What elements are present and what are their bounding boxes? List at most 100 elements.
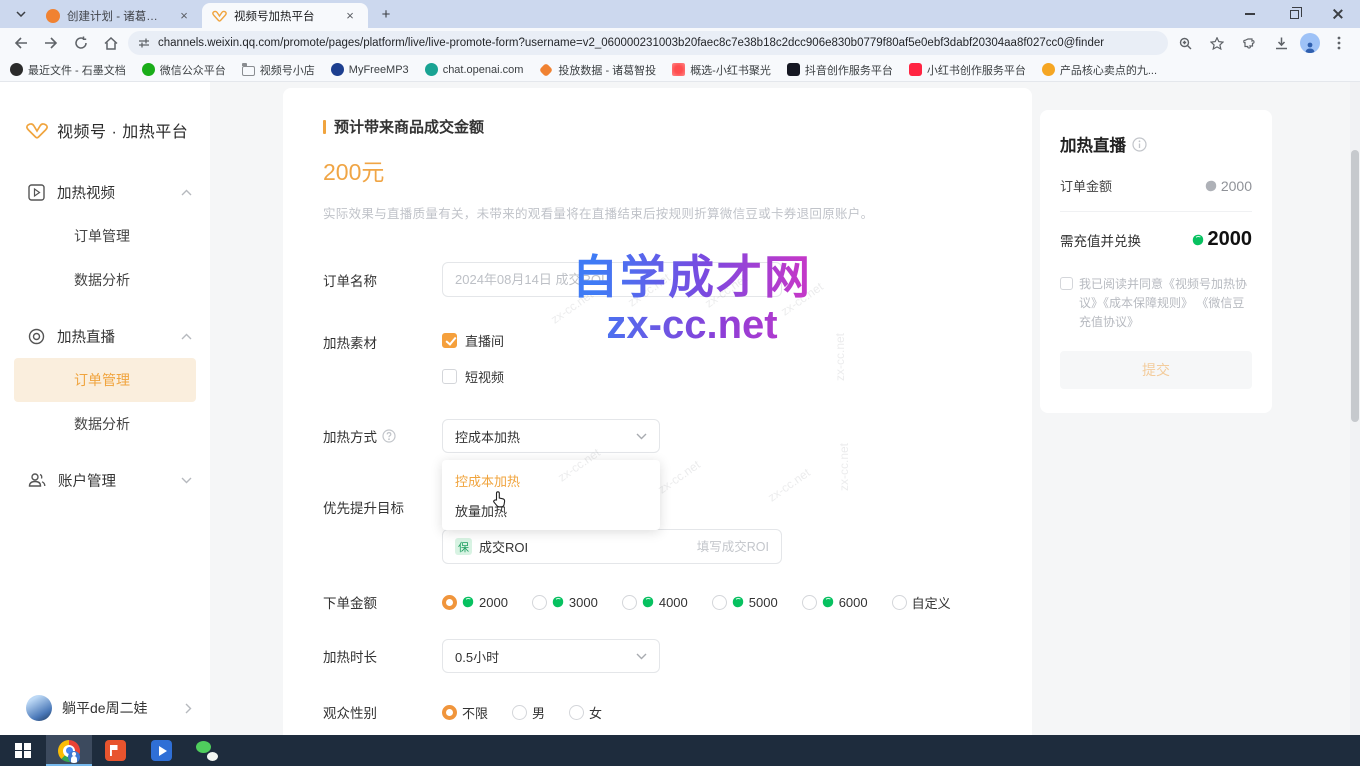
radio-selected-icon[interactable]	[442, 595, 457, 610]
amount-option-3000[interactable]: 3000	[532, 595, 598, 610]
bookmark-folder[interactable]: 视频号小店	[242, 62, 315, 78]
sidebar-item-video-analytics[interactable]: 数据分析	[14, 258, 196, 302]
bookmark-item[interactable]: 概选-小红书聚光	[672, 62, 771, 78]
wechat-app-icon	[196, 741, 218, 761]
info-icon[interactable]	[1132, 137, 1147, 152]
material-option-live[interactable]: 直播间	[442, 329, 992, 351]
taskbar-chrome[interactable]	[46, 735, 92, 766]
bookmarks-bar: 最近文件 - 石墨文档 微信公众平台 视频号小店 MyFreeMP3 chat.…	[0, 58, 1360, 82]
page-body: 视频号 · 加热平台 加热视频 订单管理 数据分析 加热直播 订单管理 数据分析…	[0, 82, 1360, 735]
submit-button[interactable]: 提交	[1060, 351, 1252, 389]
amount-option-4000[interactable]: 4000	[622, 595, 688, 610]
chrome-profile-badge-icon	[68, 751, 80, 763]
chevron-up-icon	[181, 189, 192, 196]
bookmark-item[interactable]: 产品核心卖点的九...	[1042, 62, 1157, 78]
window-restore-button[interactable]	[1272, 0, 1316, 28]
bookmark-item[interactable]: MyFreeMP3	[331, 63, 409, 76]
amount-option-2000[interactable]: 2000	[442, 595, 508, 610]
tab1-close-icon[interactable]: ×	[176, 8, 192, 23]
sidebar-item-live-orders-active[interactable]: 订单管理	[14, 358, 196, 402]
taskbar-media-app[interactable]	[138, 735, 184, 766]
coin-bean-icon	[552, 596, 564, 608]
method-option-volume[interactable]: 放量加热	[442, 495, 660, 525]
agreement-link-cost[interactable]: 《成本保障规则》	[1103, 296, 1193, 310]
gender-option-female[interactable]: 女	[569, 703, 602, 722]
new-tab-button[interactable]: +	[374, 2, 398, 26]
amount-option-6000[interactable]: 6000	[802, 595, 868, 610]
bookmark-item[interactable]: chat.openai.com	[425, 63, 524, 76]
taskbar-presentation-app[interactable]	[92, 735, 138, 766]
heat-video-icon	[28, 184, 45, 201]
openai-icon	[425, 63, 438, 76]
summary-title: 加热直播	[1060, 132, 1252, 156]
duration-select[interactable]: 0.5小时	[442, 639, 660, 673]
gender-option-male[interactable]: 男	[512, 703, 545, 722]
gender-option-any[interactable]: 不限	[442, 703, 488, 722]
user-avatar	[26, 695, 52, 721]
myfreemp3-icon	[331, 63, 344, 76]
radio-icon[interactable]	[892, 595, 907, 610]
sidebar-group-heat-video[interactable]: 加热视频	[0, 170, 210, 214]
amount-option-custom[interactable]: 自定义	[892, 593, 951, 612]
browser-tab-1[interactable]: 创建计划 - 诸葛智投 ×	[36, 3, 202, 28]
method-select[interactable]: 控成本加热	[442, 419, 660, 453]
agreement-checkbox[interactable]	[1060, 277, 1073, 290]
address-bar[interactable]: channels.weixin.qq.com/promote/pages/pla…	[128, 31, 1168, 55]
checkbox-unchecked-icon[interactable]	[442, 369, 457, 384]
sidebar-group-heat-live[interactable]: 加热直播	[0, 314, 210, 358]
material-option-video[interactable]: 短视频	[442, 365, 992, 387]
sidebar-user[interactable]: 躺平de周二娃	[0, 695, 210, 721]
agreement-row: 我已阅读并同意《视频号加热协议》《成本保障规则》 《微信豆充值协议》	[1060, 275, 1252, 333]
estimated-gmv: 200元	[323, 153, 992, 187]
menu-kebab-icon[interactable]	[1326, 30, 1352, 56]
page-scrollbar[interactable]	[1350, 82, 1360, 735]
chevron-down-icon	[181, 477, 192, 484]
back-icon[interactable]	[8, 30, 34, 56]
estimate-note: 实际效果与直播质量有关，未带来的观看量将在直播结束后按规则折算微信豆或卡券退回原…	[323, 203, 992, 222]
sidebar-item-live-analytics[interactable]: 数据分析	[14, 402, 196, 446]
material-label: 加热素材	[323, 332, 442, 352]
bookmark-item[interactable]: 小红书创作服务平台	[909, 62, 1026, 78]
start-button[interactable]	[0, 735, 46, 766]
bookmark-item[interactable]: 微信公众平台	[142, 62, 226, 78]
downloads-icon[interactable]	[1268, 30, 1294, 56]
window-minimize-button[interactable]	[1228, 0, 1272, 28]
forward-icon[interactable]	[38, 30, 64, 56]
platform-logo: 视频号 · 加热平台	[0, 82, 210, 142]
scrollbar-thumb[interactable]	[1351, 150, 1359, 422]
bookmark-item[interactable]: 抖音创作服务平台	[787, 62, 893, 78]
radio-icon[interactable]	[712, 595, 727, 610]
bookmark-star-icon[interactable]	[1204, 30, 1230, 56]
reload-icon[interactable]	[68, 30, 94, 56]
radio-selected-icon[interactable]	[442, 705, 457, 720]
taskbar-wechat[interactable]	[184, 735, 230, 766]
radio-icon[interactable]	[532, 595, 547, 610]
site-info-icon[interactable]	[138, 37, 150, 49]
radio-icon[interactable]	[802, 595, 817, 610]
zoom-icon[interactable]	[1172, 30, 1198, 56]
section-accent-bar	[323, 120, 326, 134]
xiaohongshu-icon	[909, 63, 922, 76]
sidebar-item-video-orders[interactable]: 订单管理	[14, 214, 196, 258]
radio-icon[interactable]	[512, 705, 527, 720]
profile-avatar[interactable]	[1300, 33, 1320, 53]
radio-icon[interactable]	[569, 705, 584, 720]
roi-field[interactable]: 保 成交ROI	[442, 529, 782, 564]
help-icon[interactable]	[382, 429, 396, 443]
checkbox-checked-icon[interactable]	[442, 333, 457, 348]
order-name-input[interactable]	[442, 262, 782, 297]
chevron-right-icon	[185, 703, 192, 714]
extensions-icon[interactable]	[1236, 30, 1262, 56]
window-close-button[interactable]	[1316, 0, 1360, 28]
home-icon[interactable]	[98, 30, 124, 56]
tab-search-button[interactable]	[8, 3, 34, 25]
tab2-close-icon[interactable]: ×	[342, 8, 358, 23]
bookmark-item[interactable]: 最近文件 - 石墨文档	[10, 62, 126, 78]
method-option-cost-control[interactable]: 控成本加热	[442, 465, 660, 495]
roi-value-input[interactable]	[535, 540, 769, 554]
sidebar-group-account[interactable]: 账户管理	[0, 458, 210, 502]
browser-tab-2-active[interactable]: 视频号加热平台 ×	[202, 3, 368, 28]
amount-option-5000[interactable]: 5000	[712, 595, 778, 610]
radio-icon[interactable]	[622, 595, 637, 610]
bookmark-item[interactable]: 投放数据 - 诸葛智投	[539, 62, 656, 78]
